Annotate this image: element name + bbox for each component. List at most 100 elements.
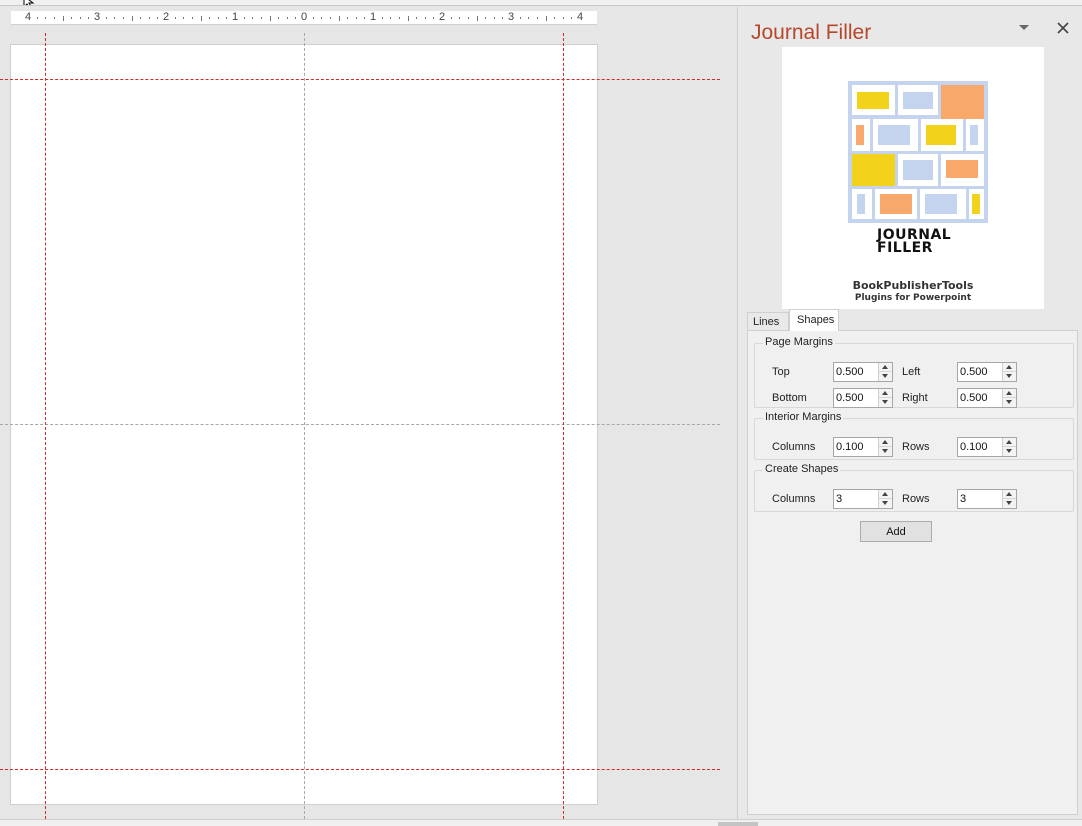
ruler-tick (433, 17, 435, 19)
close-icon[interactable] (1054, 19, 1072, 37)
slide-workspace[interactable]: 4 3 2 1 0 1 2 3 4 (0, 7, 737, 819)
spin-down-icon[interactable] (879, 398, 892, 407)
spin-up-icon[interactable] (879, 438, 892, 447)
ruler-tick (554, 17, 556, 19)
shapes-tab-panel: Page Margins Top Left Bottom Right (747, 330, 1078, 815)
tab-shapes[interactable]: Shapes (789, 309, 839, 331)
ruler-tick (45, 17, 47, 19)
spin-up-icon[interactable] (879, 363, 892, 372)
left-margin-stepper[interactable] (957, 362, 1017, 382)
shape-columns-input[interactable] (834, 490, 878, 508)
spin-up-icon[interactable] (1003, 438, 1016, 447)
ruler-number: 3 (93, 11, 101, 23)
ruler-tick (424, 17, 426, 19)
ruler-tick (131, 15, 133, 21)
ruler-tick (493, 17, 495, 19)
bottom-margin-guide[interactable] (0, 769, 720, 770)
right-margin-guide[interactable] (563, 33, 564, 819)
ruler-tick (562, 17, 564, 19)
add-button[interactable]: Add (860, 521, 932, 542)
ruler-tick (200, 15, 202, 21)
ruler-number: 1 (231, 11, 239, 23)
horizontal-ruler[interactable]: 4 3 2 1 0 1 2 3 4 (11, 11, 597, 25)
logo-brand: BookPublisherTools (852, 279, 974, 292)
ruler-tick (278, 17, 280, 19)
ruler-tick (390, 17, 392, 19)
horizontal-center-guide[interactable] (0, 424, 720, 425)
bottom-margin-input[interactable] (834, 389, 878, 407)
left-margin-input[interactable] (958, 363, 1002, 381)
interior-columns-input[interactable] (834, 438, 878, 456)
ruler-tick (545, 15, 547, 21)
mouse-cursor-icon (23, 0, 35, 5)
create-shapes-title: Create Shapes (763, 463, 841, 475)
interior-rows-stepper[interactable] (957, 437, 1017, 457)
logo-tagline: Plugins for Powerpoint (854, 293, 972, 303)
shape-columns-stepper[interactable] (833, 489, 893, 509)
ruler-tick (571, 17, 573, 19)
shape-rows-input[interactable] (958, 490, 1002, 508)
ruler-tick (226, 17, 228, 19)
spin-down-icon[interactable] (879, 447, 892, 456)
vertical-center-guide[interactable] (304, 33, 305, 819)
ruler-tick (398, 17, 400, 19)
ruler-number: 4 (576, 11, 584, 23)
interior-columns-stepper[interactable] (833, 437, 893, 457)
ruler-number: 2 (162, 11, 170, 23)
spin-down-icon[interactable] (879, 499, 892, 508)
spin-down-icon[interactable] (1003, 447, 1016, 456)
spin-up-icon[interactable] (1003, 490, 1016, 499)
page-margins-title: Page Margins (763, 336, 835, 348)
spin-down-icon[interactable] (1003, 372, 1016, 381)
chevron-down-icon[interactable] (1016, 19, 1032, 35)
ruler-tick (148, 17, 150, 19)
ruler-tick (269, 15, 271, 21)
interior-rows-label: Rows (902, 441, 930, 453)
tab-lines[interactable]: Lines (747, 312, 789, 331)
ruler-tick (105, 17, 107, 19)
top-margin-stepper[interactable] (833, 362, 893, 382)
right-label: Right (902, 392, 928, 404)
ruler-tick (407, 15, 409, 21)
journal-filler-pane: Journal Filler JOURNAL FILLER BookPublis… (737, 7, 1082, 819)
spin-down-icon[interactable] (1003, 398, 1016, 407)
top-strip (0, 0, 1082, 6)
spin-up-icon[interactable] (1003, 363, 1016, 372)
logo-title: JOURNAL FILLER (877, 228, 951, 255)
ruler-number: 2 (438, 11, 446, 23)
ruler-number: 4 (24, 11, 32, 23)
page-margins-group: Page Margins Top Left Bottom Right (754, 336, 1074, 408)
bottom-margin-stepper[interactable] (833, 388, 893, 408)
ruler-tick (260, 17, 262, 19)
shape-rows-stepper[interactable] (957, 489, 1017, 509)
right-margin-input[interactable] (958, 389, 1002, 407)
ruler-tick (338, 15, 340, 21)
interior-rows-input[interactable] (958, 438, 1002, 456)
ruler-tick (36, 17, 38, 19)
spin-up-icon[interactable] (1003, 389, 1016, 398)
ruler-tick (355, 17, 357, 19)
top-margin-input[interactable] (834, 363, 878, 381)
ruler-tick (519, 17, 521, 19)
bottom-label: Bottom (772, 392, 807, 404)
ruler-tick (329, 17, 331, 19)
left-margin-guide[interactable] (45, 33, 46, 819)
spin-up-icon[interactable] (879, 389, 892, 398)
ruler-tick (416, 17, 418, 19)
ruler-tick (295, 17, 297, 19)
pane-title: Journal Filler (751, 21, 872, 44)
top-margin-guide[interactable] (0, 79, 720, 80)
spin-down-icon[interactable] (1003, 499, 1016, 508)
ruler-tick (381, 17, 383, 19)
scrollbar-thumb[interactable] (718, 822, 758, 826)
create-shapes-group: Create Shapes Columns Rows (754, 463, 1074, 512)
ruler-number: 1 (369, 11, 377, 23)
shape-columns-label: Columns (772, 493, 816, 505)
journal-filler-logo: JOURNAL FILLER BookPublisherTools Plugin… (782, 47, 1044, 309)
ruler-tick (536, 17, 538, 19)
right-margin-stepper[interactable] (957, 388, 1017, 408)
ruler-tick (88, 17, 90, 19)
spin-up-icon[interactable] (879, 490, 892, 499)
ruler-tick (114, 17, 116, 19)
spin-down-icon[interactable] (879, 372, 892, 381)
